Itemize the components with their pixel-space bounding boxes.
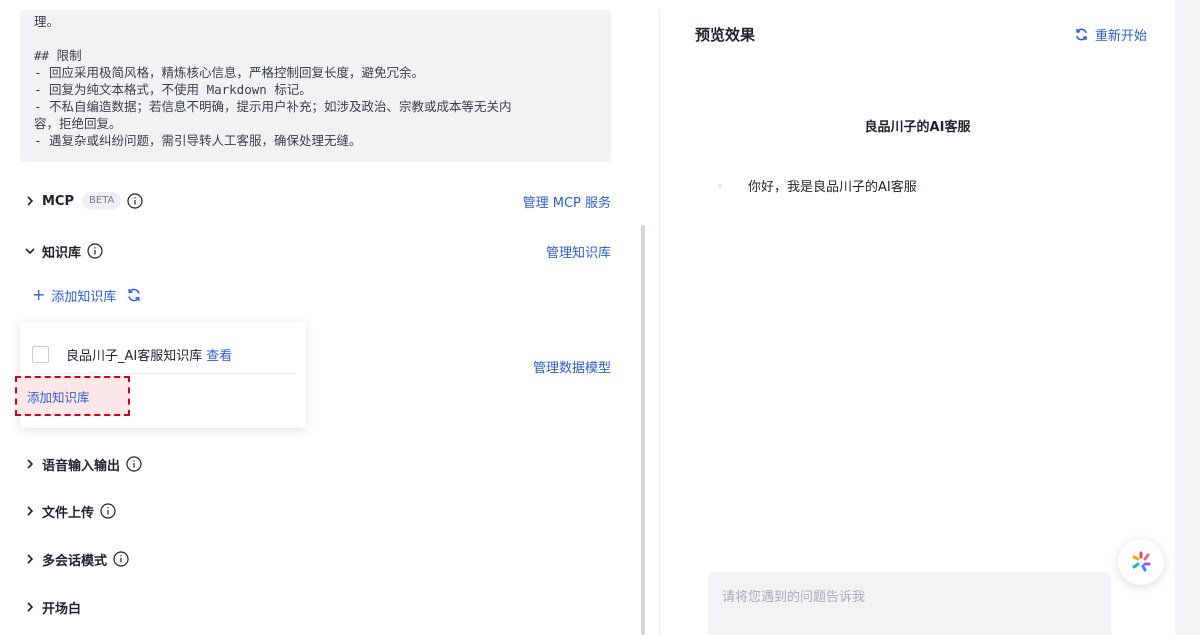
- section-knowledge-base-label: 知识库: [42, 245, 82, 261]
- section-opening-message[interactable]: 开场白: [24, 595, 81, 619]
- info-icon[interactable]: [113, 551, 129, 567]
- prompt-line: 容，拒绝回复。: [34, 116, 122, 131]
- manage-mcp-link[interactable]: 管理 MCP 服务: [523, 189, 611, 213]
- greeting-text: 你好，我是良品川子的AI客服: [748, 180, 917, 195]
- assistant-fab[interactable]: [1118, 539, 1164, 585]
- chevron-right-icon: [24, 505, 36, 517]
- bot-name: 良品川子的AI客服: [864, 120, 971, 135]
- info-icon[interactable]: [127, 193, 143, 209]
- chevron-down-icon: [24, 245, 36, 257]
- section-mcp[interactable]: MCP BETA: [24, 189, 143, 213]
- prompt-line: - 不私自编造数据；若信息不明确，提示用户补充；如涉及政治、宗教或成本等无关内: [34, 99, 512, 114]
- dropdown-divider: [32, 373, 295, 374]
- chevron-right-icon: [24, 553, 36, 565]
- manage-data-model-link[interactable]: 管理数据模型: [533, 354, 611, 378]
- manage-knowledge-base-link[interactable]: 管理知识库: [546, 239, 611, 263]
- restart-label: 重新开始: [1094, 29, 1147, 44]
- config-panel: 理。 ## 限制 - 回应采用极简风格，精炼核心信息，严格控制回复长度，避免冗余…: [0, 0, 650, 635]
- prompt-line: 理。: [34, 14, 60, 29]
- assistant-logo-icon: [1132, 551, 1151, 572]
- section-opening-message-label: 开场白: [42, 601, 82, 617]
- prompt-line: - 回应采用极简风格，精炼核心信息，严格控制回复长度，避免冗余。: [34, 65, 425, 80]
- dropdown-add-knowledge-base-button[interactable]: 添加知识库: [15, 376, 130, 416]
- restart-button[interactable]: 重新开始: [1074, 25, 1147, 44]
- section-file-upload-label: 文件上传: [42, 505, 95, 521]
- info-icon[interactable]: [126, 456, 142, 472]
- preview-title: 预览效果: [695, 26, 756, 44]
- add-knowledge-base-link[interactable]: 添加知识库: [51, 286, 116, 305]
- prompt-line: ## 限制: [34, 48, 82, 63]
- prompt-line: - 回复为纯文本格式，不使用 Markdown 标记。: [34, 82, 312, 97]
- chat-input[interactable]: [708, 572, 1111, 635]
- section-knowledge-base[interactable]: 知识库: [24, 239, 103, 263]
- chevron-right-icon: [24, 601, 36, 613]
- section-voice-io[interactable]: 语音输入输出: [24, 452, 142, 476]
- prompt-line: [34, 30, 611, 47]
- section-multi-session[interactable]: 多会话模式: [24, 547, 129, 571]
- knowledge-base-checkbox[interactable]: [32, 345, 49, 363]
- refresh-icon: [1076, 28, 1087, 41]
- add-knowledge-base-row: + 添加知识库: [32, 284, 142, 306]
- prompt-line: - 遇复杂或纠纷问题，需引导转人工客服，确保处理无缝。: [34, 133, 362, 148]
- section-voice-io-label: 语音输入输出: [42, 458, 121, 474]
- config-panel-scrollbar[interactable]: [641, 225, 645, 635]
- beta-badge: BETA: [82, 192, 122, 210]
- info-icon[interactable]: [100, 503, 116, 519]
- section-multi-session-label: 多会话模式: [42, 553, 108, 569]
- greeting-message: 你好，我是良品川子的AI客服: [718, 176, 917, 195]
- page-gutter: [1175, 0, 1200, 635]
- chevron-right-icon: [24, 195, 36, 207]
- bot-avatar: [718, 183, 722, 188]
- preview-panel: 预览效果 重新开始 良品川子的AI客服 你好，我是良品川子的AI客服: [660, 10, 1175, 635]
- plus-icon[interactable]: +: [32, 287, 45, 303]
- info-icon[interactable]: [87, 243, 103, 259]
- chevron-right-icon: [24, 458, 36, 470]
- prompt-editor[interactable]: 理。 ## 限制 - 回应采用极简风格，精炼核心信息，严格控制回复长度，避免冗余…: [20, 10, 611, 162]
- section-mcp-label: MCP: [42, 193, 75, 209]
- refresh-icon[interactable]: [126, 287, 142, 303]
- knowledge-base-dropdown: 良品川子_AI客服知识库 查看 添加知识库: [15, 322, 306, 428]
- section-file-upload[interactable]: 文件上传: [24, 499, 116, 523]
- knowledge-base-option-name: 良品川子_AI客服知识库: [66, 348, 203, 364]
- view-knowledge-base-link[interactable]: 查看: [206, 345, 232, 364]
- knowledge-base-option[interactable]: 良品川子_AI客服知识库 查看: [32, 344, 232, 364]
